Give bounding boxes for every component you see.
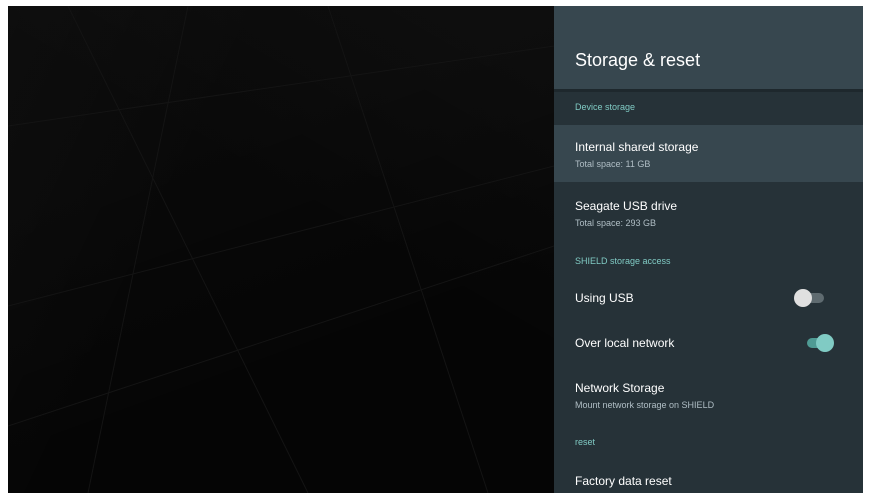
header-divider: [554, 89, 863, 92]
background-wallpaper: [8, 6, 554, 493]
section-reset: reset: [575, 437, 596, 447]
toggle-thumb: [794, 289, 812, 307]
item-title: Factory data reset: [575, 474, 672, 488]
internal-storage-item[interactable]: Internal shared storage Total space: 11 …: [554, 125, 863, 182]
section-device-storage: Device storage: [575, 102, 636, 112]
item-subtitle: Total space: 293 GB: [575, 218, 657, 228]
panel-header: Storage & reset: [554, 6, 863, 89]
page-title: Storage & reset: [575, 50, 701, 70]
factory-reset-item[interactable]: Factory data reset: [554, 462, 863, 493]
item-subtitle: Mount network storage on SHIELD: [575, 400, 715, 410]
item-title: Using USB: [575, 291, 634, 305]
local-network-toggle[interactable]: [803, 333, 835, 353]
item-title: Network Storage: [575, 381, 665, 395]
item-subtitle: Total space: 11 GB: [575, 159, 651, 169]
toggle-thumb: [816, 334, 834, 352]
item-title: Internal shared storage: [575, 140, 699, 154]
network-storage-item[interactable]: Network Storage Mount network storage on…: [554, 368, 863, 420]
settings-panel: Storage & reset Device storage Internal …: [554, 6, 863, 493]
using-usb-item[interactable]: Using USB: [554, 278, 863, 320]
section-shield-storage-access: SHIELD storage access: [575, 256, 671, 266]
local-network-item[interactable]: Over local network: [554, 320, 863, 364]
tv-screen: Storage & reset Device storage Internal …: [8, 6, 863, 493]
using-usb-toggle[interactable]: [794, 288, 826, 308]
usb-drive-item[interactable]: Seagate USB drive Total space: 293 GB: [554, 182, 863, 242]
item-title: Seagate USB drive: [575, 199, 678, 213]
item-title: Over local network: [575, 336, 675, 350]
